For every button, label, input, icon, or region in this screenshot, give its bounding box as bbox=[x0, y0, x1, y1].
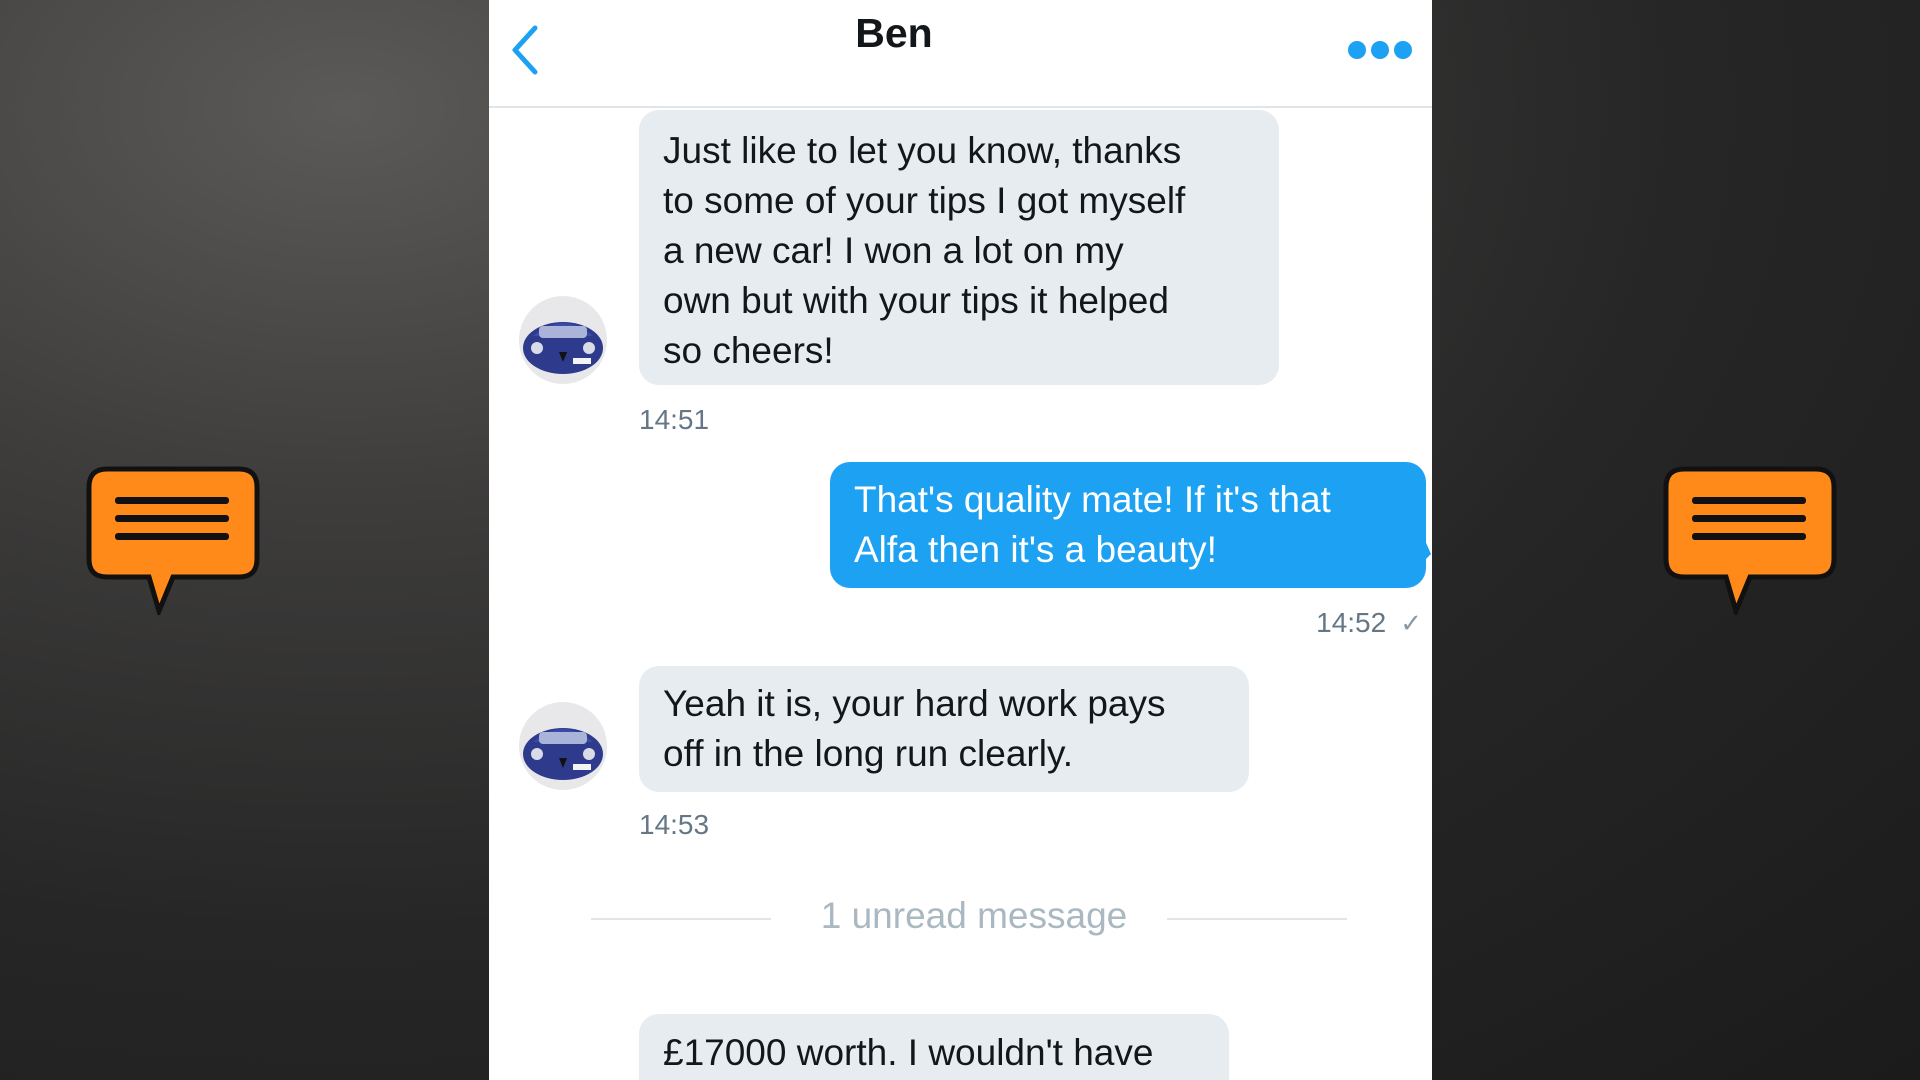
bubble-tail-icon bbox=[1423, 536, 1431, 562]
timestamp-text: 14:52 bbox=[1316, 607, 1387, 638]
message-timestamp: 14:51 bbox=[639, 404, 710, 435]
page-title: Ben bbox=[855, 10, 933, 56]
divider-line bbox=[1167, 918, 1347, 920]
sent-check-icon: ✓ bbox=[1400, 608, 1422, 638]
speech-bubble-icon bbox=[1663, 466, 1837, 615]
message-bubble-incoming[interactable]: Just like to let you know, thanks to som… bbox=[639, 110, 1279, 385]
message-bubble-incoming[interactable]: £17000 worth. I wouldn't have bbox=[639, 1014, 1229, 1080]
unread-divider: 1 unread message bbox=[820, 895, 1128, 936]
avatar[interactable] bbox=[519, 296, 607, 384]
conversation-header: Ben bbox=[489, 0, 1432, 108]
more-options-icon[interactable] bbox=[1347, 30, 1413, 70]
speech-bubble-icon bbox=[86, 466, 260, 615]
conversation-screen: Just like to let you know, thanks to som… bbox=[489, 0, 1432, 1080]
message-timestamp: 14:52 ✓ bbox=[1314, 607, 1422, 639]
message-bubble-incoming[interactable]: Yeah it is, your hard work pays off in t… bbox=[639, 666, 1249, 792]
chevron-left-icon[interactable] bbox=[505, 22, 545, 78]
divider-line bbox=[591, 918, 771, 920]
avatar[interactable] bbox=[519, 702, 607, 790]
message-timestamp: 14:53 bbox=[639, 809, 710, 840]
message-bubble-outgoing[interactable]: That's quality mate! If it's that Alfa t… bbox=[830, 462, 1426, 588]
